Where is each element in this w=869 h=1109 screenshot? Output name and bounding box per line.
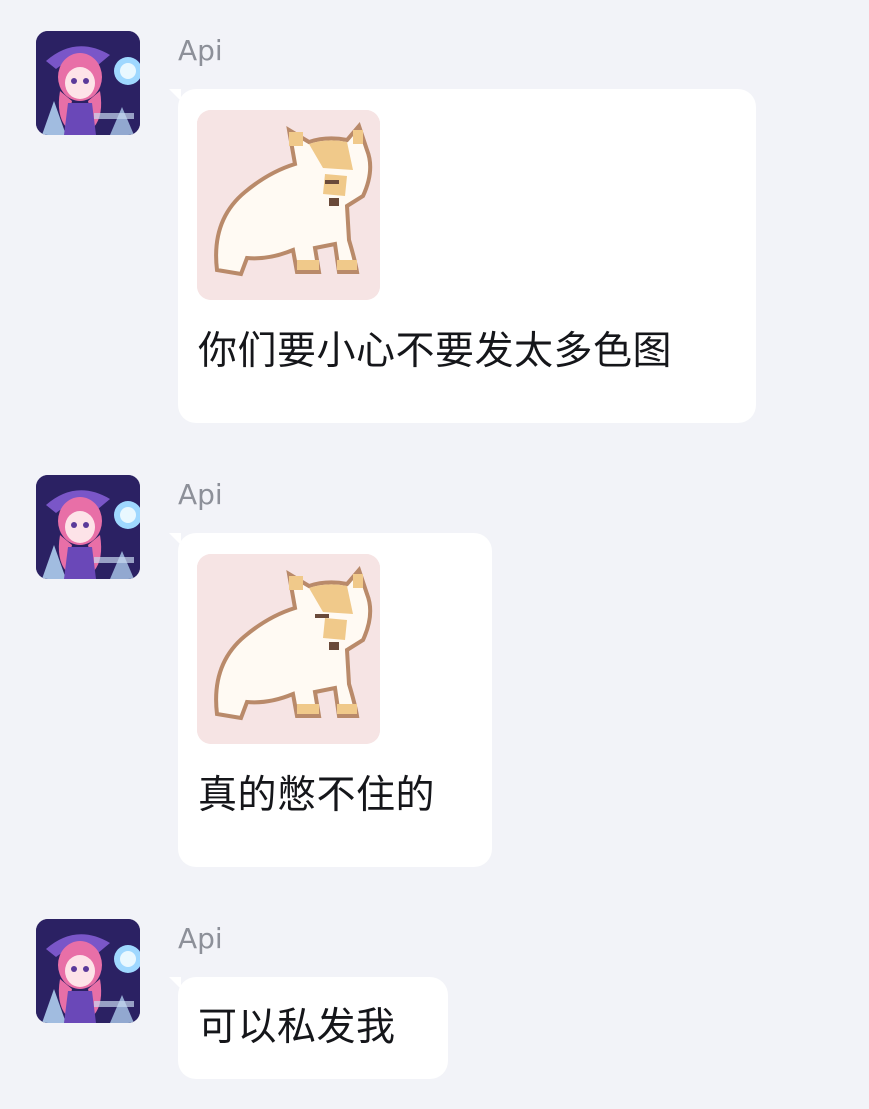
- message-item: Api 真的憋不住的: [0, 475, 869, 870]
- sticker-image[interactable]: [197, 554, 380, 744]
- message-text: 你们要小心不要发太多色图: [198, 329, 673, 374]
- avatar[interactable]: [36, 919, 140, 1023]
- sender-name: Api: [178, 922, 223, 955]
- pixel-cat-sticker-icon: [197, 554, 380, 744]
- message-text: 真的憋不住的: [198, 773, 436, 818]
- avatar[interactable]: [36, 475, 140, 579]
- sticker-image[interactable]: [197, 110, 380, 300]
- anime-girl-avatar-icon: [36, 919, 140, 1023]
- message-bubble[interactable]: 真的憋不住的: [169, 533, 492, 867]
- message-bubble[interactable]: 你们要小心不要发太多色图: [169, 89, 756, 423]
- avatar[interactable]: [36, 31, 140, 135]
- anime-girl-avatar-icon: [36, 475, 140, 579]
- sender-name: Api: [178, 478, 223, 511]
- pixel-cat-sticker-icon: [197, 110, 380, 300]
- sender-name: Api: [178, 34, 223, 67]
- message-item: Api 你们要小心不要发太多色图: [0, 31, 869, 426]
- message-bubble[interactable]: 可以私发我: [169, 977, 448, 1079]
- message-text: 可以私发我: [198, 1005, 396, 1050]
- message-item: Api 可以私发我: [0, 919, 869, 1079]
- anime-girl-avatar-icon: [36, 31, 140, 135]
